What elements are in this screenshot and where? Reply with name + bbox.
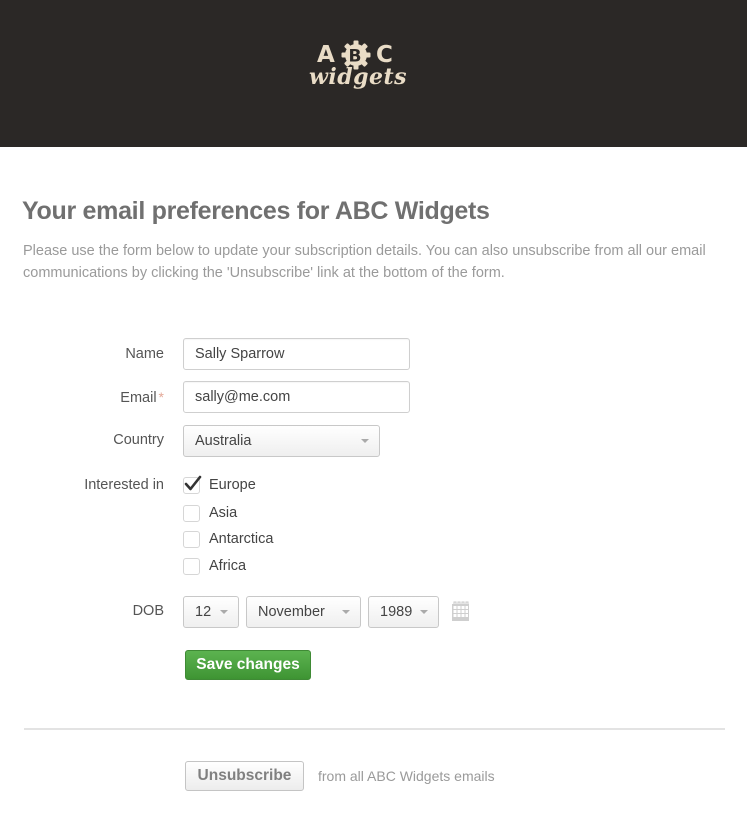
- dob-year-select[interactable]: 1989: [368, 596, 439, 628]
- chevron-down-icon: [361, 439, 369, 443]
- dob-month-value: November: [258, 604, 325, 620]
- checkmark-icon: [184, 475, 202, 491]
- dob-day-select[interactable]: 12: [183, 596, 239, 628]
- dob-label: DOB: [132, 603, 164, 619]
- interest-label: Europe: [209, 477, 256, 493]
- section-divider: [24, 728, 725, 730]
- required-marker: *: [158, 389, 164, 405]
- country-select-value: Australia: [195, 433, 252, 449]
- chevron-down-icon: [342, 610, 350, 614]
- save-changes-button[interactable]: Save changes: [185, 650, 311, 680]
- dob-day-value: 12: [195, 604, 212, 620]
- dob-month-select[interactable]: November: [246, 596, 361, 628]
- interest-label: Asia: [209, 505, 238, 521]
- checkbox-africa[interactable]: [183, 558, 200, 575]
- email-field[interactable]: sally@me.com: [183, 381, 410, 413]
- email-label-text: Email: [120, 390, 157, 406]
- site-header: A B C widgets: [0, 0, 747, 147]
- chevron-down-icon: [220, 610, 228, 614]
- unsubscribe-button[interactable]: Unsubscribe: [185, 761, 304, 791]
- country-select[interactable]: Australia: [183, 425, 380, 457]
- unsubscribe-description: from all ABC Widgets emails: [318, 768, 495, 784]
- email-label: Email *: [120, 389, 164, 406]
- intro-text: Please use the form below to update your…: [23, 243, 706, 281]
- interest-label: Antarctica: [209, 531, 274, 547]
- checkbox-europe[interactable]: [183, 475, 202, 494]
- checkbox-antarctica[interactable]: [183, 531, 200, 548]
- chevron-down-icon: [420, 610, 428, 614]
- checkbox-asia[interactable]: [183, 505, 200, 522]
- logo-wordmark: widgets: [308, 64, 408, 90]
- abc-widgets-logo[interactable]: A B C widgets: [308, 40, 408, 96]
- dob-year-value: 1989: [380, 604, 413, 620]
- name-label: Name: [125, 346, 164, 362]
- page-title: Your email preferences for ABC Widgets: [22, 197, 490, 225]
- interest-label: Africa: [209, 558, 247, 574]
- country-label: Country: [113, 432, 164, 448]
- name-field[interactable]: Sally Sparrow: [183, 338, 410, 370]
- calendar-icon[interactable]: [451, 600, 470, 622]
- interests-label: Interested in: [84, 477, 164, 493]
